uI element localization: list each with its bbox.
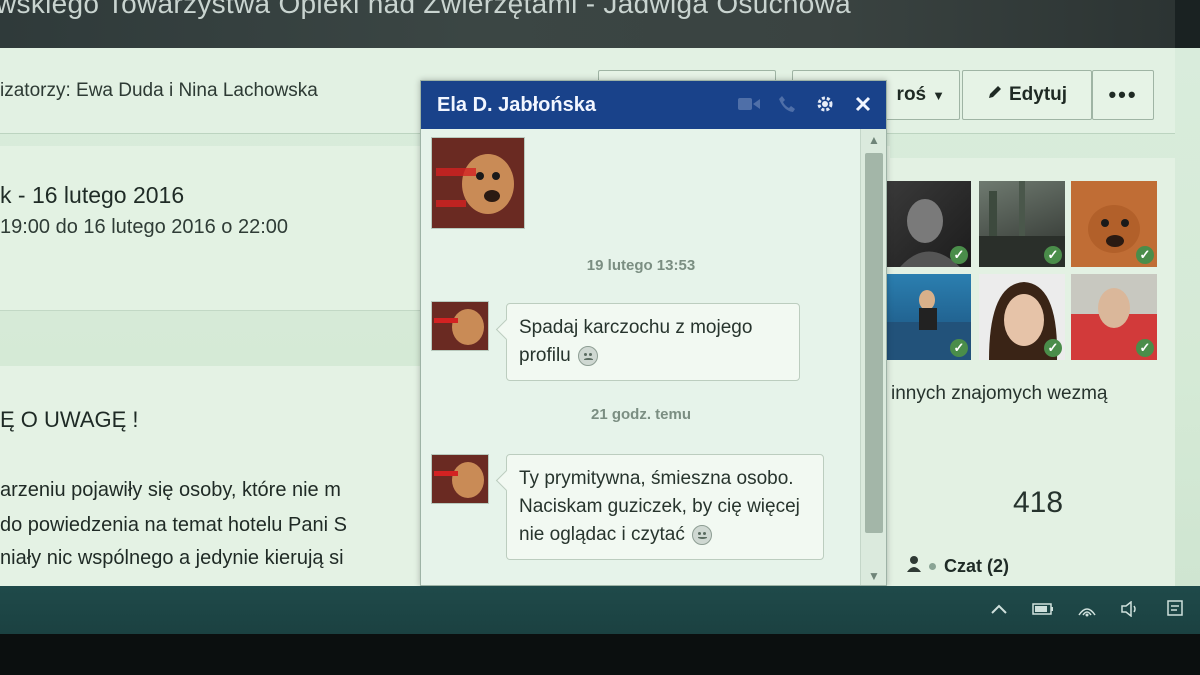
sender-avatar[interactable] [431, 301, 489, 351]
chat-contact-name[interactable]: Ela D. Jabłońska [437, 94, 596, 117]
pencil-icon [987, 84, 1003, 106]
check-icon: ✓ [950, 339, 968, 357]
sad-emoji-icon [578, 345, 599, 366]
more-options-button[interactable]: ••• [1092, 70, 1154, 120]
friends-attending-text: innych znajomych wezmą [891, 383, 1108, 404]
cover-title: wskiego Towarzystwa Opieki nad Zwierzęta… [0, 0, 852, 19]
event-date: k - 16 lutego 2016 [0, 182, 185, 208]
screen-edge [1175, 0, 1200, 48]
video-call-icon[interactable] [738, 93, 760, 115]
chat-window: Ela D. Jabłońska 19 lutego 13:53 Spadaj … [420, 80, 887, 586]
check-icon: ✓ [1136, 339, 1154, 357]
notification-icon[interactable] [1164, 598, 1186, 620]
guest-avatar[interactable]: ✓ [979, 274, 1065, 360]
edit-label: Edytuj [1008, 84, 1068, 105]
check-icon: ✓ [950, 246, 968, 264]
post-line: do powiedzenia na temat hotelu Pani S [0, 514, 347, 536]
message-bubble[interactable]: Spadaj karczochu z mojego profilu [506, 303, 800, 381]
chat-header[interactable]: Ela D. Jabłońska [421, 81, 886, 129]
battery-icon[interactable] [1032, 598, 1054, 620]
message-text: Ty prymitywna, śmieszna osobo. Naciskam … [519, 468, 800, 545]
cover-banner: wskiego Towarzystwa Opieki nad Zwierzęta… [0, 0, 1175, 48]
post-line: arzeniu pojawiły się osoby, które nie m [0, 479, 341, 501]
more-label: ••• [1108, 82, 1138, 107]
message-bubble[interactable]: Ty prymitywna, śmieszna osobo. Naciskam … [506, 454, 824, 560]
person-icon [907, 555, 921, 577]
system-tray [988, 598, 1186, 620]
phone-icon[interactable] [776, 93, 798, 115]
close-icon[interactable] [852, 93, 874, 115]
edit-button[interactable]: Edytuj [962, 70, 1092, 120]
smiley-emoji-icon [692, 524, 713, 545]
online-dot-icon [929, 562, 936, 570]
event-time-range: 19:00 do 16 lutego 2016 o 22:00 [0, 216, 289, 238]
guest-avatar[interactable]: ✓ [1071, 181, 1157, 267]
chevron-up-icon[interactable] [988, 598, 1010, 620]
monitor-bezel [0, 634, 1200, 675]
check-icon: ✓ [1044, 246, 1062, 264]
guest-avatar[interactable]: ✓ [1071, 274, 1157, 360]
scroll-up-icon[interactable]: ▲ [861, 133, 886, 147]
message-timestamp: 21 godz. temu [590, 406, 691, 423]
organizers-text: izatorzy: Ewa Duda i Nina Lachowska [0, 80, 318, 101]
post-heading: Ę O UWAGĘ ! [0, 407, 139, 432]
guest-avatar[interactable]: ✓ [885, 274, 971, 360]
check-icon: ✓ [1136, 246, 1154, 264]
scroll-down-icon[interactable]: ▼ [861, 569, 886, 583]
guest-count: 418 [1013, 486, 1064, 519]
message-timestamp: 19 lutego 13:53 [586, 257, 696, 274]
chat-tab-label: Czat (2) [944, 555, 1010, 576]
chat-tab[interactable]: Czat (2) [907, 546, 1175, 586]
message-text: Spadaj karczochu z mojego profilu [519, 317, 753, 366]
scrollbar-thumb[interactable] [865, 153, 883, 533]
taskbar [0, 586, 1200, 634]
guest-avatar[interactable]: ✓ [885, 181, 971, 267]
invite-label: roś [896, 84, 927, 105]
wifi-icon[interactable] [1076, 598, 1098, 620]
check-icon: ✓ [1044, 339, 1062, 357]
post-line: niały nic wspólnego a jedynie kierują si [0, 547, 344, 569]
chat-messages[interactable]: 19 lutego 13:53 Spadaj karczochu z mojeg… [421, 129, 861, 585]
contact-profile-image[interactable] [431, 137, 525, 229]
guests-panel: ✓ ✓ ✓ ✓ ✓ ✓ innych znajomych wezmą 418 ż [875, 158, 1175, 586]
sender-avatar[interactable] [431, 454, 489, 504]
volume-icon[interactable] [1120, 598, 1142, 620]
guest-avatar[interactable]: ✓ [979, 181, 1065, 267]
caret-down-icon: ▼ [932, 87, 945, 103]
chat-scrollbar[interactable]: ▲ ▼ [860, 129, 886, 585]
gear-icon[interactable] [814, 93, 836, 115]
